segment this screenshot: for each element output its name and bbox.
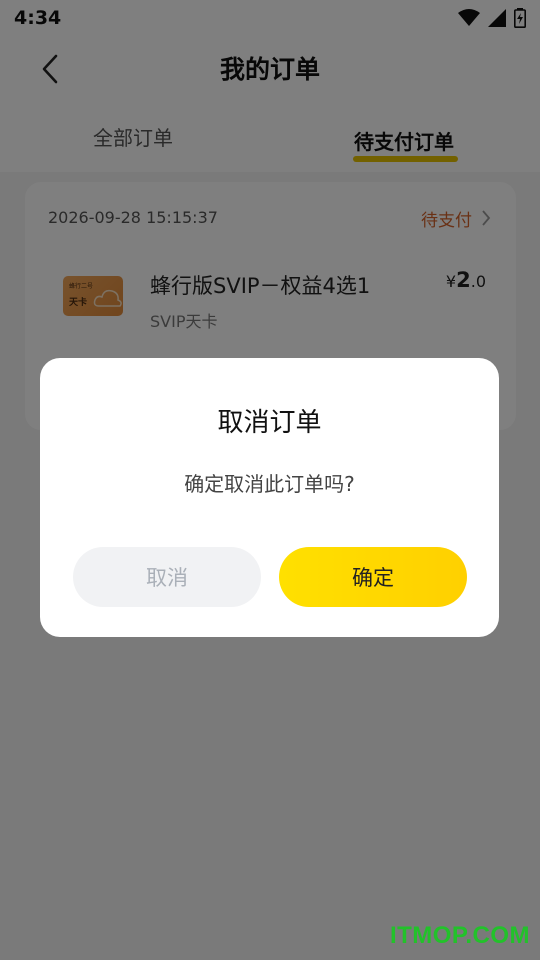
- cancel-order-dialog: 取消订单 确定取消此订单吗? 取消 确定: [40, 358, 499, 637]
- confirm-button[interactable]: 确定: [279, 547, 467, 607]
- dialog-message: 确定取消此订单吗?: [184, 472, 355, 496]
- watermark: ITMOP.COM: [389, 922, 530, 949]
- cancel-button[interactable]: 取消: [73, 547, 261, 607]
- dialog-title: 取消订单: [217, 408, 322, 438]
